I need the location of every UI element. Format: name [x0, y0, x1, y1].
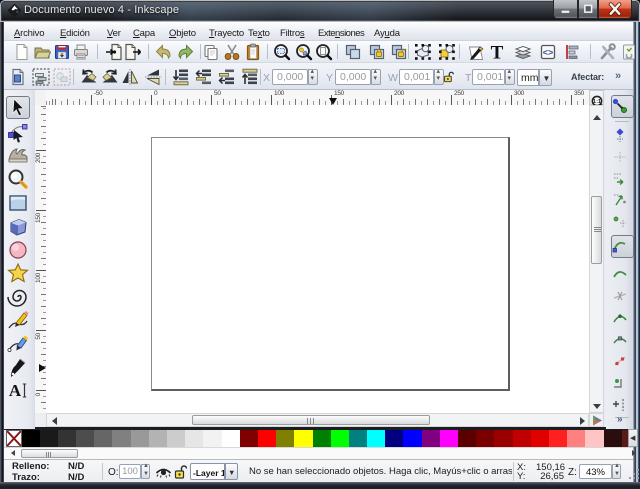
svg-text:<>: <> — [543, 48, 554, 58]
svg-text:A: A — [9, 381, 22, 400]
svg-text:T: T — [491, 43, 504, 61]
